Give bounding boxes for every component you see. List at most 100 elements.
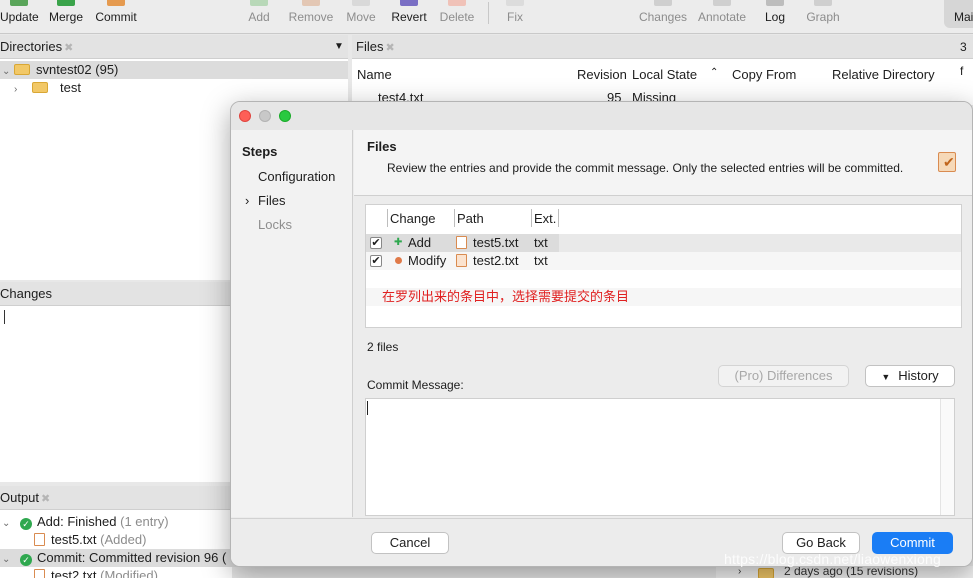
ext-cell: txt <box>534 253 548 268</box>
add-icon <box>250 0 268 6</box>
step-configuration[interactable]: Configuration <box>258 169 335 184</box>
close-icon[interactable]: ✖ <box>64 42 73 54</box>
commit-icon <box>107 0 125 6</box>
fix-icon <box>506 0 524 6</box>
column-relative-directory[interactable]: Relative Directory <box>832 67 935 82</box>
success-icon: ✓ <box>20 554 32 566</box>
close-icon[interactable]: ✖ <box>385 42 394 54</box>
log-tree-row[interactable]: › 2 days ago (15 revisions) <box>716 564 973 578</box>
update-button[interactable]: Update <box>0 0 39 34</box>
sort-ascending-icon: ⌃ <box>710 67 719 78</box>
close-icon[interactable]: ✖ <box>41 493 50 505</box>
changes-header: Changes <box>0 282 232 306</box>
dropdown-triangle-icon[interactable]: ▼ <box>334 35 344 59</box>
changes-pane: Changes <box>0 282 232 482</box>
column-copy-from[interactable]: Copy From <box>732 67 796 82</box>
commit-message-label: Commit Message: <box>367 378 464 392</box>
files-table: Change Path Ext. ✔ ✚ Add test5.txt txt ✔… <box>365 204 962 328</box>
column-path[interactable]: Path <box>457 211 484 226</box>
folder-icon <box>32 82 48 93</box>
column-name[interactable]: Name <box>357 67 392 82</box>
column-divider <box>387 209 388 227</box>
chevron-right-icon: › <box>245 193 250 208</box>
file-modified-icon <box>34 569 45 578</box>
history-button[interactable]: ▼ History <box>865 365 955 387</box>
tree-item-root[interactable]: ⌄ svntest02 (95) <box>0 61 348 79</box>
header-description: Review the entries and provide the commi… <box>387 161 904 175</box>
add-button[interactable]: Add <box>244 0 274 34</box>
output-child[interactable]: test5.txt (Added) <box>34 531 146 549</box>
graph-button[interactable]: Graph <box>804 0 842 34</box>
column-ext[interactable]: Ext. <box>534 211 556 226</box>
main-toolbar: Update Merge Commit Add Remove Move Reve… <box>0 0 973 34</box>
pro-differences-button[interactable]: (Pro) Differences <box>718 365 849 387</box>
output-pane: Output ✖ ⌄ ✓ Add: Finished (1 entry) test5.… <box>0 486 348 578</box>
file-added-icon <box>34 533 45 546</box>
chevron-right-icon[interactable]: › <box>738 566 741 577</box>
toolbar-divider <box>488 2 489 24</box>
revert-button[interactable]: Revert <box>390 0 428 34</box>
output-header: Output ✖ <box>0 486 232 510</box>
annotation-row: 在罗列出来的条目中，选择需要提交的条目 <box>366 288 961 306</box>
dialog-main: Files Review the entries and provide the… <box>354 130 972 517</box>
watermark: https://blog.csdn.net/liaowenxiong <box>724 551 941 567</box>
header-title: Files <box>367 139 397 154</box>
chevron-down-icon[interactable]: ⌄ <box>2 515 14 533</box>
empty-row <box>366 306 961 324</box>
path-cell: test5.txt <box>456 234 519 252</box>
files-count: 2 files <box>367 340 399 354</box>
steps-sidebar: Steps Configuration › Files Locks <box>231 130 353 517</box>
chevron-down-icon[interactable]: ⌄ <box>2 63 14 81</box>
merge-button[interactable]: Merge <box>45 0 87 34</box>
change-cell: Add <box>408 235 432 250</box>
dropdown-triangle-icon: ▼ <box>881 372 891 382</box>
steps-title: Steps <box>242 144 278 159</box>
table-row[interactable]: ✔ ✚ Add test5.txt txt <box>366 234 961 252</box>
delete-button[interactable]: Delete <box>438 0 476 34</box>
add-status-icon: ✚ <box>394 237 403 248</box>
remove-button[interactable]: Remove <box>288 0 334 34</box>
fix-button[interactable]: Fix <box>502 0 528 34</box>
commit-toolbar-button[interactable]: Commit <box>94 0 138 34</box>
step-locks[interactable]: Locks <box>258 217 292 232</box>
update-icon <box>10 0 28 6</box>
column-change[interactable]: Change <box>390 211 436 226</box>
text-cursor <box>367 401 368 415</box>
path-cell: test2.txt <box>456 252 519 270</box>
move-button[interactable]: Move <box>344 0 378 34</box>
output-child[interactable]: test2.txt (Modified) <box>34 567 158 578</box>
annotate-button[interactable]: Annotate <box>696 0 748 34</box>
row-checkbox[interactable]: ✔ <box>370 255 382 267</box>
changes-button[interactable]: Changes <box>638 0 688 34</box>
text-cursor <box>4 310 5 324</box>
change-cell: Modify <box>408 253 447 268</box>
zoom-window-button[interactable] <box>279 110 291 122</box>
folder-icon <box>758 568 774 578</box>
ext-cell: txt <box>534 235 548 250</box>
commit-dialog: Steps Configuration › Files Locks Files R… <box>230 101 973 567</box>
remove-icon <box>302 0 320 6</box>
files-step-header: Files Review the entries and provide the… <box>354 130 972 196</box>
tree-item-test[interactable]: › test <box>14 79 81 97</box>
message-scrollbar[interactable] <box>940 399 954 515</box>
modify-status-icon <box>395 257 402 264</box>
commit-message-field[interactable] <box>365 398 955 516</box>
table-row[interactable]: ✔ Modify test2.txt txt <box>366 252 961 270</box>
chevron-right-icon[interactable]: › <box>14 81 26 99</box>
column-local-state[interactable]: Local State <box>632 67 697 82</box>
graph-icon <box>814 0 832 6</box>
step-files[interactable]: › Files <box>245 193 285 208</box>
chevron-down-icon[interactable]: ⌄ <box>2 551 14 569</box>
minimize-window-button[interactable] <box>259 110 271 122</box>
row-checkbox[interactable]: ✔ <box>370 237 382 249</box>
column-divider <box>558 209 559 227</box>
column-revision[interactable]: Revision <box>577 67 627 82</box>
directories-header: Directories ✖ ▼ <box>0 35 348 59</box>
cancel-button[interactable]: Cancel <box>371 532 449 554</box>
empty-row <box>366 270 961 288</box>
output-entry[interactable]: ⌄ ✓ Add: Finished (1 entry) <box>0 513 169 531</box>
main-tab[interactable]: Mai <box>944 0 973 28</box>
log-button[interactable]: Log <box>762 0 788 34</box>
file-added-icon <box>456 236 467 249</box>
close-window-button[interactable] <box>239 110 251 122</box>
